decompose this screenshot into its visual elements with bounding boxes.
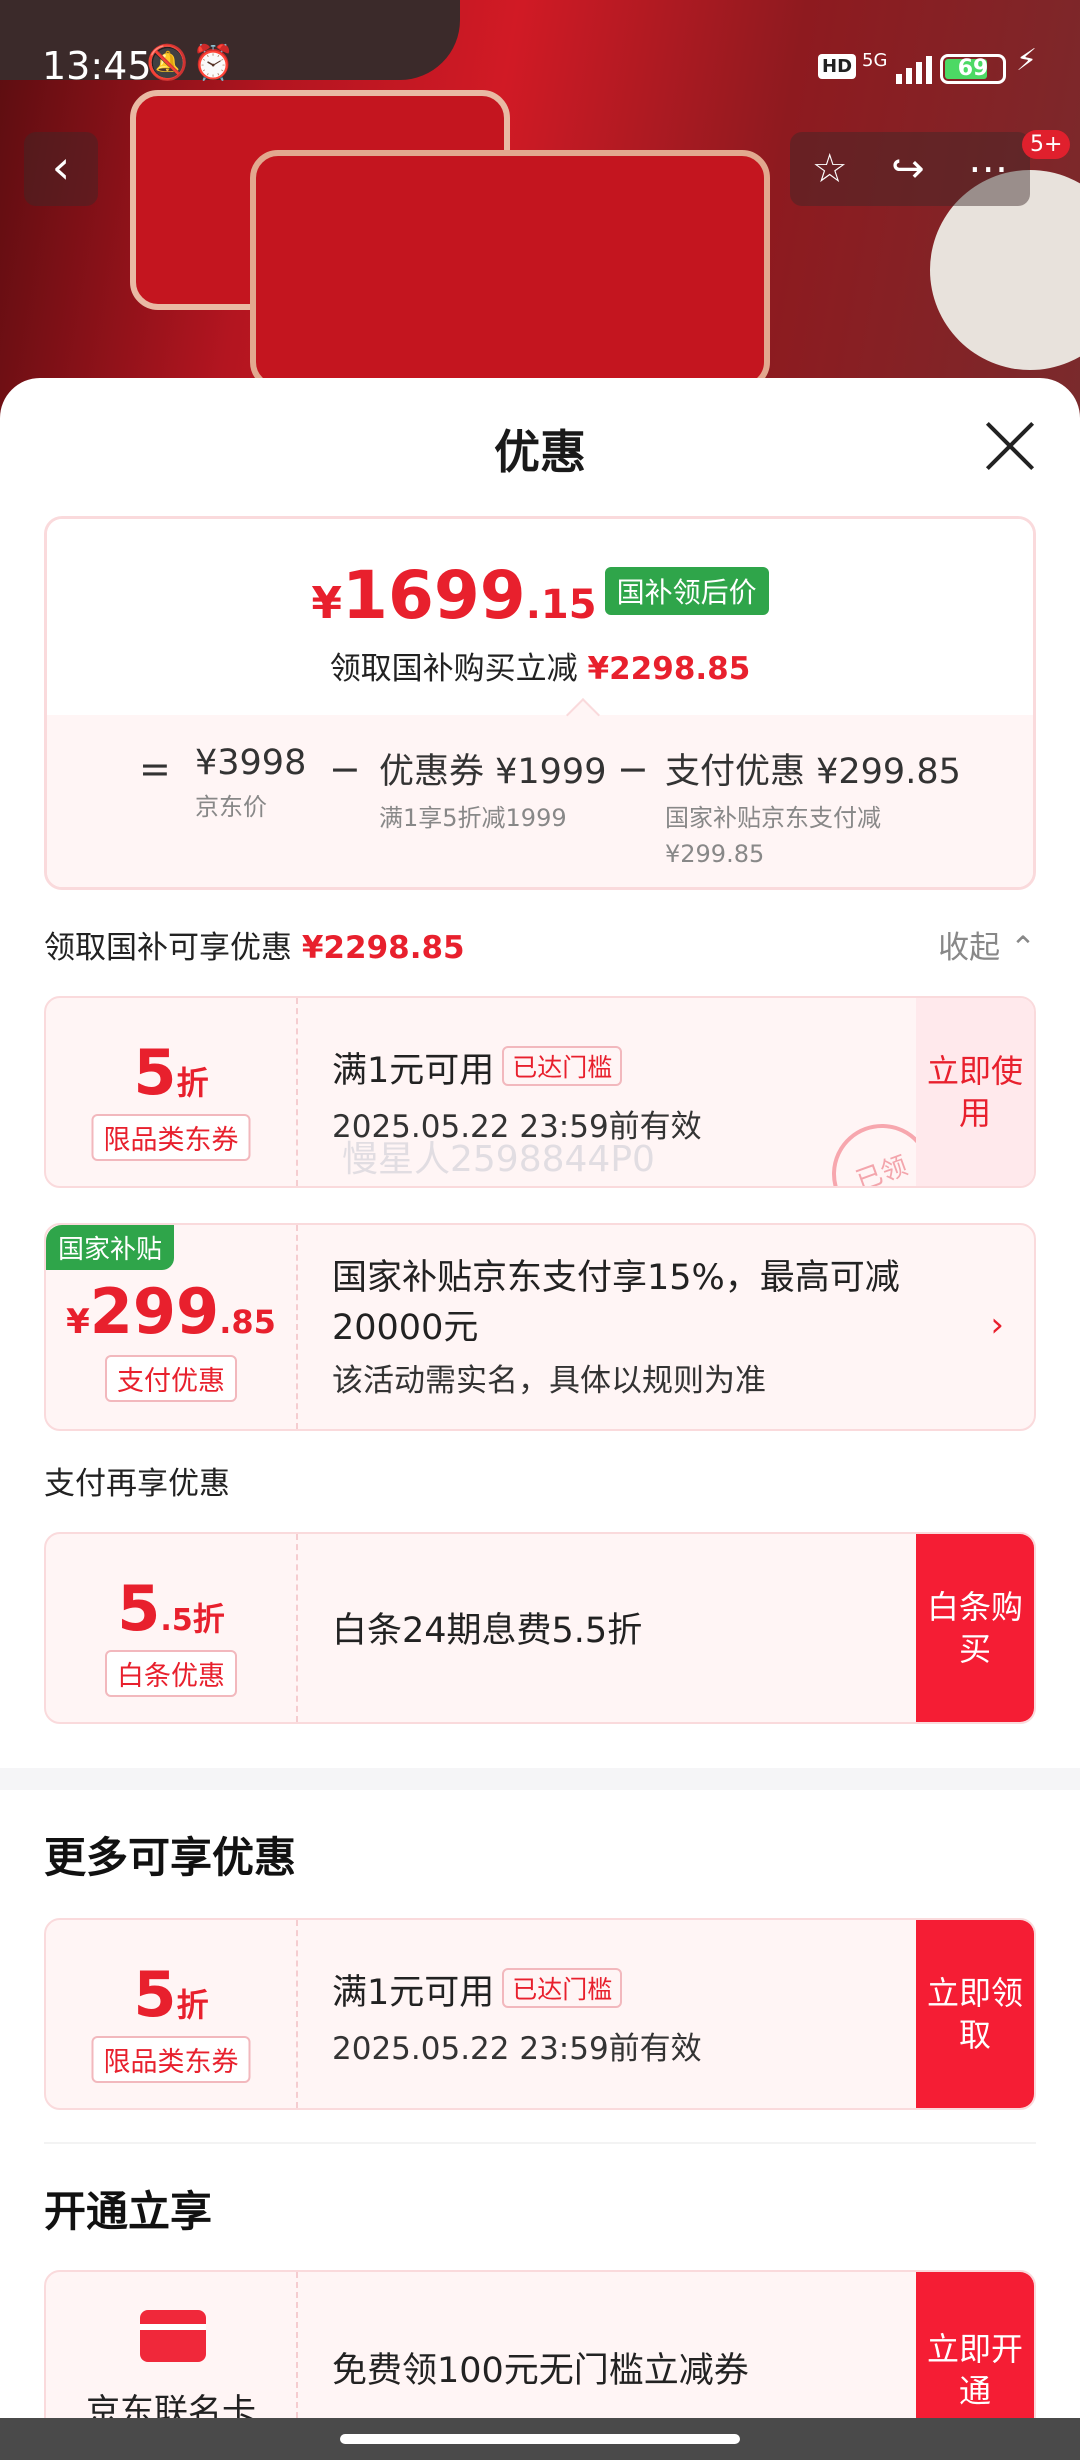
minus-sign: −: [329, 747, 361, 791]
hd-badge: HD: [818, 54, 857, 79]
gov-subsidy-card[interactable]: 国家补贴 ¥299.85 支付优惠 国家补贴京东支付享15%，最高可减20000…: [44, 1223, 1036, 1431]
signal-bars-icon: [896, 52, 932, 84]
coupon-type-tag: 限品类东券: [91, 2036, 251, 2083]
discount-value: 5折: [133, 1036, 209, 1109]
silent-bell-icon: 🔕: [146, 43, 189, 83]
open-offers-title: 开通立享: [44, 2187, 213, 2236]
gesture-bar: [0, 2418, 1080, 2460]
baitiao-desc: 白条24期息费5.5折: [332, 1611, 643, 1651]
baitiao-tag: 白条优惠: [105, 1650, 237, 1697]
use-now-button[interactable]: 立即使用: [916, 998, 1034, 1186]
section-divider: [0, 1768, 1080, 1790]
price-tag: 国补领后价: [604, 567, 769, 615]
payment-item: 支付优惠 ¥299.85 国家补贴京东支付减¥299.85: [665, 752, 961, 868]
payment-discount-value: ¥299.85: [66, 1275, 276, 1348]
charging-icon: ⚡: [1016, 43, 1038, 78]
minus-sign: −: [617, 747, 649, 791]
star-icon[interactable]: ☆: [812, 146, 848, 192]
coupon-condition: 满1元可用: [332, 1051, 495, 1091]
baitiao-card: 5.5折 白条优惠 白条24期息费5.5折 白条购买: [44, 1532, 1036, 1724]
gov-subsidy-flag: 国家补贴: [46, 1225, 175, 1270]
equals-sign: =: [139, 747, 171, 791]
final-price: ¥1699.15 国补领后价: [47, 557, 1033, 634]
chevron-right-icon: ›: [990, 1305, 1004, 1345]
status-time: 13:45: [42, 44, 152, 88]
top-actions: ☆ ↪ ⋯: [790, 132, 1030, 206]
message-badge: 5+: [1022, 130, 1071, 159]
coupon-item: 优惠券 ¥1999 满1享5折减1999: [379, 752, 607, 832]
price-summary-card: ¥1699.15 国补领后价 领取国补购买立减 ¥2298.85 = ¥3998 …: [44, 516, 1036, 890]
share-icon[interactable]: ↪: [891, 146, 925, 192]
gov-subsidy-desc: 国家补贴京东支付享15%，最高可减20000元: [332, 1258, 900, 1348]
more-offers-title: 更多可享优惠: [44, 1833, 297, 1882]
status-bar: 13:45 🔕 ⏰ HD 5G 69 ⚡: [0, 0, 1080, 130]
payment-tag: 支付优惠: [105, 1355, 237, 1402]
threshold-pill: 已达门槛: [502, 1046, 623, 1086]
discount-sheet: 优惠 ¥1699.15 国补领后价 领取国补购买立减 ¥2298.85 = ¥39…: [0, 378, 1080, 2460]
coupon-condition: 满1元可用: [332, 1973, 495, 2013]
close-icon[interactable]: [984, 420, 1036, 472]
coupon-card: 5折 限品类东券 满1元可用 已达门槛 2025.05.22 23:59前有效 慢…: [44, 996, 1036, 1188]
coupon-card: 5折 限品类东券 满1元可用 已达门槛 2025.05.22 23:59前有效 立…: [44, 1918, 1036, 2110]
jd-price-item: ¥3998 京东价: [195, 743, 307, 821]
collapse-button[interactable]: 收起 ⌃: [938, 922, 1036, 967]
section-subsidy-header: 领取国补可享优惠 ¥2298.85 收起 ⌃: [44, 922, 1036, 967]
battery-icon: 69: [940, 54, 1006, 84]
back-button[interactable]: ‹: [24, 132, 98, 206]
battery-level: 69: [957, 56, 989, 81]
divider-line: [44, 2142, 1036, 2144]
discount-value: 5折: [133, 1958, 209, 2031]
sheet-title: 优惠: [494, 425, 586, 479]
chevron-up-icon: ⌃: [1010, 930, 1036, 966]
section-payment-header: 支付再享优惠: [44, 1466, 230, 1502]
baitiao-buy-button[interactable]: 白条购买: [916, 1534, 1034, 1722]
discount-value: 5.5折: [117, 1572, 225, 1645]
threshold-pill: 已达门槛: [502, 1968, 623, 2008]
alarm-icon: ⏰: [192, 43, 235, 83]
credit-card-icon: [140, 2310, 206, 2362]
gov-subsidy-note: 该活动需实名，具体以规则为准: [332, 1363, 766, 1399]
user-watermark: 慢星人2598844P0: [342, 1139, 655, 1180]
more-icon[interactable]: ⋯: [968, 146, 1008, 192]
reduce-line: 领取国补购买立减 ¥2298.85: [329, 651, 751, 687]
coupon-expiry: 2025.05.22 23:59前有效: [332, 2031, 702, 2067]
claim-now-button[interactable]: 立即领取: [916, 1920, 1034, 2108]
network-type: 5G: [862, 50, 888, 71]
card-offer-desc: 免费领100元无门槛立减券: [332, 2351, 749, 2391]
coupon-type-tag: 限品类东券: [91, 1114, 251, 1161]
pillow-shape: [250, 150, 770, 390]
home-indicator[interactable]: [340, 2434, 740, 2444]
